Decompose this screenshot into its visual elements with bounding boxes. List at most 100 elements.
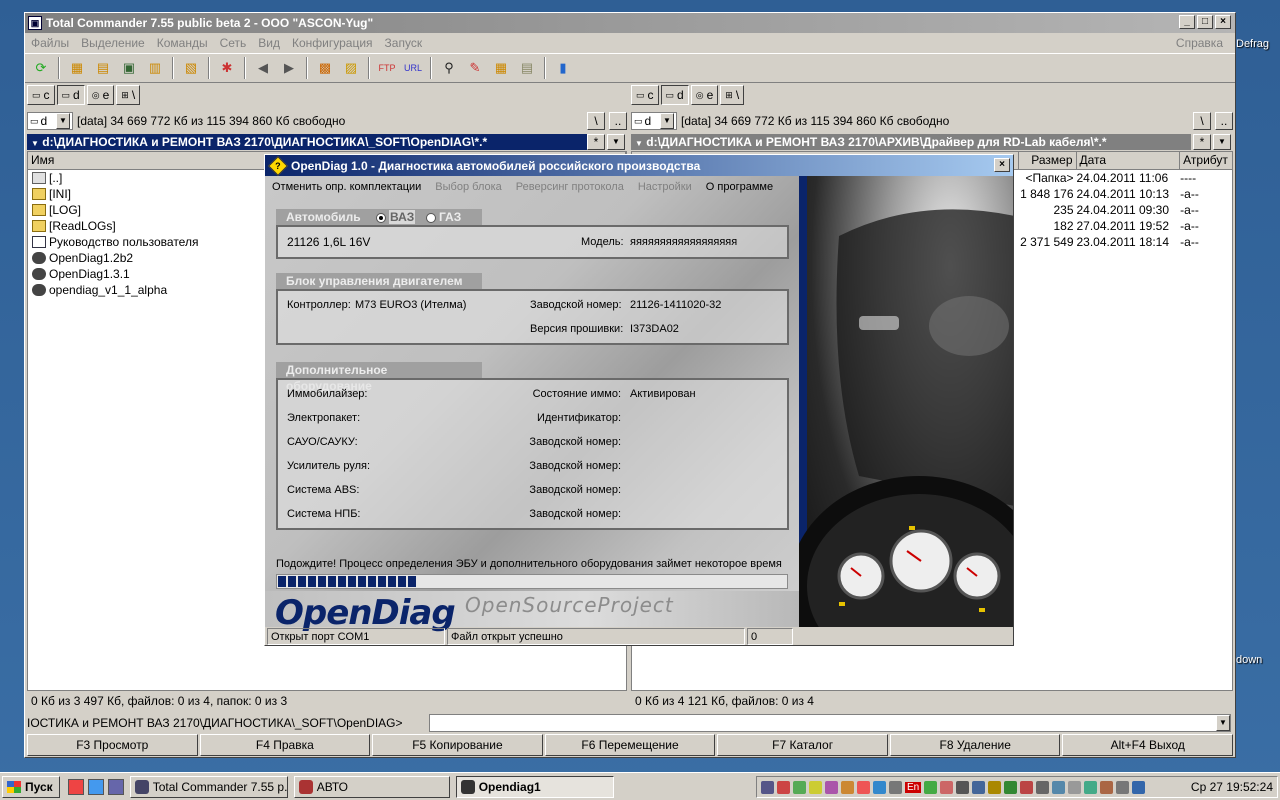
tray-icon[interactable] xyxy=(873,780,886,794)
menu-start[interactable]: Запуск xyxy=(379,36,429,50)
tray-icon[interactable] xyxy=(1132,780,1146,794)
tray-icon[interactable] xyxy=(793,780,806,794)
tc-titlebar[interactable]: ▣ Total Commander 7.55 public beta 2 - O… xyxy=(25,13,1235,33)
left-drive-combo[interactable]: ▭ d ▼ xyxy=(27,112,73,130)
right-drive-e[interactable]: ◎ e xyxy=(690,85,719,105)
od-titlebar[interactable]: ? OpenDiag 1.0 - Диагностика автомобилей… xyxy=(265,155,1013,176)
brief-view-icon[interactable]: ▦ xyxy=(65,56,89,80)
tray-icon[interactable] xyxy=(889,780,902,794)
tray-icon[interactable] xyxy=(924,780,938,794)
menu-cancel-config[interactable]: Отменить опр. комплектации xyxy=(265,181,428,193)
unpack-icon[interactable]: ▨ xyxy=(339,56,363,80)
f7-mkdir-button[interactable]: F7 Каталог xyxy=(717,734,888,756)
right-root-button[interactable]: \ xyxy=(1193,112,1211,130)
altf4-exit-button[interactable]: Alt+F4 Выход xyxy=(1062,734,1234,756)
quick-launch-icon[interactable] xyxy=(107,778,124,795)
pack-icon[interactable]: ▩ xyxy=(313,56,337,80)
binoculars-icon[interactable]: ⚲ xyxy=(437,56,461,80)
invert-selection-icon[interactable]: ▧ xyxy=(179,56,203,80)
menu-protocol-reversing[interactable]: Реверсинг протокола xyxy=(509,181,631,193)
column-date-header[interactable]: Дата xyxy=(1077,152,1181,169)
menu-files[interactable]: Файлы xyxy=(25,36,75,50)
menu-view[interactable]: Вид xyxy=(252,36,286,50)
tray-icon[interactable] xyxy=(972,780,986,794)
tray-icon[interactable] xyxy=(1020,780,1034,794)
tray-icon[interactable] xyxy=(777,780,790,794)
tray-icon[interactable] xyxy=(1052,780,1066,794)
tray-icon[interactable] xyxy=(1100,780,1114,794)
menu-select-block[interactable]: Выбор блока xyxy=(428,181,508,193)
thumbnail-view-icon[interactable]: ▣ xyxy=(117,56,141,80)
minimize-button[interactable]: _ xyxy=(1179,15,1195,29)
task-opendiag[interactable]: Opendiag1 xyxy=(455,775,614,798)
right-drive-c[interactable]: ▭ c xyxy=(631,85,659,105)
left-drive-network[interactable]: ⊞ \ xyxy=(116,85,141,105)
menu-network[interactable]: Сеть xyxy=(214,36,253,50)
tray-icon[interactable] xyxy=(761,780,774,794)
help-book-icon[interactable]: ▮ xyxy=(551,56,575,80)
left-up-button[interactable]: .. xyxy=(609,112,627,130)
close-button[interactable]: × xyxy=(994,158,1010,172)
left-drive-c[interactable]: ▭ c xyxy=(27,85,55,105)
tree-view-icon[interactable]: ▥ xyxy=(143,56,167,80)
multi-rename-icon[interactable]: ✎ xyxy=(463,56,487,80)
task-total-commander[interactable]: Total Commander 7.55 p... xyxy=(129,775,288,798)
tray-icon[interactable] xyxy=(841,780,854,794)
right-drive-network[interactable]: ⊞ \ xyxy=(720,85,745,105)
url-icon[interactable]: URL xyxy=(401,56,425,80)
tray-icon[interactable] xyxy=(956,780,970,794)
right-drive-combo[interactable]: ▭ d ▼ xyxy=(631,112,677,130)
tray-icon[interactable] xyxy=(988,780,1002,794)
start-button[interactable]: Пуск xyxy=(2,775,60,798)
full-view-icon[interactable]: ▤ xyxy=(91,56,115,80)
desktop-icon-label[interactable]: down xyxy=(1236,654,1262,666)
sync-dirs-icon[interactable]: ▦ xyxy=(489,56,513,80)
left-drive-d[interactable]: ▭ d xyxy=(56,85,85,105)
left-path-bar[interactable]: ▼ d:\ДИАГНОСТИКА и РЕМОНТ ВАЗ 2170\ДИАГН… xyxy=(27,134,587,150)
chevron-down-icon[interactable]: ▼ xyxy=(607,134,625,150)
menu-settings[interactable]: Настройки xyxy=(631,181,699,193)
select-icon[interactable]: ✱ xyxy=(215,56,239,80)
f4-edit-button[interactable]: F4 Правка xyxy=(199,734,371,756)
maximize-button[interactable]: □ xyxy=(1197,15,1213,29)
quick-launch-icon[interactable] xyxy=(67,778,84,795)
radio-vaz[interactable]: ВАЗ xyxy=(376,209,416,225)
back-arrow-icon[interactable]: ◀ xyxy=(251,56,275,80)
language-indicator[interactable]: En xyxy=(905,781,922,793)
column-attr-header[interactable]: Атрибут xyxy=(1180,152,1232,169)
tray-icon[interactable] xyxy=(825,780,838,794)
tray-icon[interactable] xyxy=(1036,780,1050,794)
clock[interactable]: Ср 27 19:52:24 xyxy=(1191,780,1277,794)
column-size-header[interactable]: Размер xyxy=(1019,152,1077,169)
tray-icon[interactable] xyxy=(809,780,822,794)
tray-icon[interactable] xyxy=(940,780,954,794)
tray-icon[interactable] xyxy=(857,780,870,794)
tray-icon[interactable] xyxy=(1084,780,1098,794)
f5-copy-button[interactable]: F5 Копирование xyxy=(372,734,543,756)
left-filter-button[interactable]: * xyxy=(587,134,605,150)
f3-view-button[interactable]: F3 Просмотр xyxy=(27,734,198,756)
ftp-icon[interactable]: FTP xyxy=(375,56,399,80)
left-drive-e[interactable]: ◎ e xyxy=(86,85,115,105)
menu-configuration[interactable]: Конфигурация xyxy=(286,36,379,50)
quick-launch-icon[interactable] xyxy=(87,778,104,795)
right-path-bar[interactable]: ▼ d:\ДИАГНОСТИКА и РЕМОНТ ВАЗ 2170\АРХИВ… xyxy=(631,134,1191,150)
f8-delete-button[interactable]: F8 Удаление xyxy=(889,734,1061,756)
right-drive-d[interactable]: ▭ d xyxy=(660,85,689,105)
chevron-down-icon[interactable]: ▼ xyxy=(1213,134,1231,150)
left-root-button[interactable]: \ xyxy=(587,112,605,130)
tray-icon[interactable] xyxy=(1004,780,1018,794)
menu-about[interactable]: О программе xyxy=(699,181,780,193)
command-input[interactable]: ▼ xyxy=(429,714,1231,732)
tray-icon[interactable] xyxy=(1068,780,1082,794)
f6-move-button[interactable]: F6 Перемещение xyxy=(544,734,716,756)
close-button[interactable]: × xyxy=(1215,15,1231,29)
menu-commands[interactable]: Команды xyxy=(151,36,214,50)
tray-icon[interactable] xyxy=(1116,780,1130,794)
forward-arrow-icon[interactable]: ▶ xyxy=(277,56,301,80)
refresh-icon[interactable]: ⟳ xyxy=(29,56,53,80)
notepad-icon[interactable]: ▤ xyxy=(515,56,539,80)
task-avto[interactable]: АВТО xyxy=(293,775,450,798)
desktop-icon-label[interactable]: Defrag xyxy=(1236,38,1269,50)
right-up-button[interactable]: .. xyxy=(1215,112,1233,130)
